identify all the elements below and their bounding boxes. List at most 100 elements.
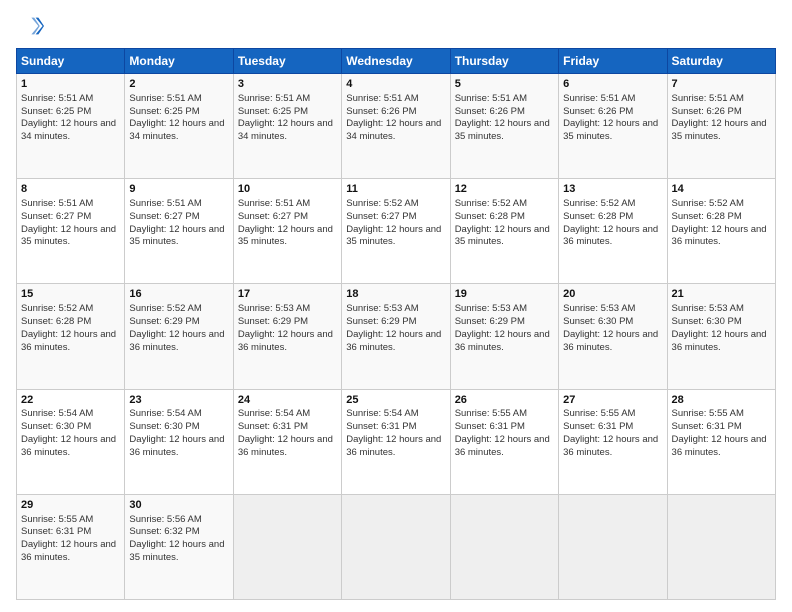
sunrise-label: Sunrise: 5:52 AM xyxy=(129,303,201,314)
day-number: 4 xyxy=(346,77,445,92)
sunrise-label: Sunrise: 5:51 AM xyxy=(129,198,201,209)
calendar-week-row: 1 Sunrise: 5:51 AM Sunset: 6:25 PM Dayli… xyxy=(17,74,776,179)
day-number: 29 xyxy=(21,498,120,513)
day-number: 26 xyxy=(455,393,554,408)
sunset-label: Sunset: 6:31 PM xyxy=(238,421,308,432)
daylight-label: Daylight: 12 hours and 34 minutes. xyxy=(346,118,441,142)
day-number: 23 xyxy=(129,393,228,408)
sunrise-label: Sunrise: 5:53 AM xyxy=(346,303,418,314)
sunrise-label: Sunrise: 5:51 AM xyxy=(455,93,527,104)
daylight-label: Daylight: 12 hours and 36 minutes. xyxy=(238,434,333,458)
day-number: 17 xyxy=(238,287,337,302)
sunset-label: Sunset: 6:31 PM xyxy=(563,421,633,432)
day-number: 19 xyxy=(455,287,554,302)
sunset-label: Sunset: 6:31 PM xyxy=(346,421,416,432)
daylight-label: Daylight: 12 hours and 36 minutes. xyxy=(455,329,550,353)
day-number: 15 xyxy=(21,287,120,302)
daylight-label: Daylight: 12 hours and 34 minutes. xyxy=(129,118,224,142)
daylight-label: Daylight: 12 hours and 36 minutes. xyxy=(563,329,658,353)
calendar-cell: 21 Sunrise: 5:53 AM Sunset: 6:30 PM Dayl… xyxy=(667,284,775,389)
day-number: 24 xyxy=(238,393,337,408)
sunset-label: Sunset: 6:29 PM xyxy=(455,316,525,327)
sunset-label: Sunset: 6:29 PM xyxy=(238,316,308,327)
sunrise-label: Sunrise: 5:51 AM xyxy=(238,198,310,209)
logo-icon xyxy=(16,12,44,40)
sunset-label: Sunset: 6:28 PM xyxy=(672,211,742,222)
sunset-label: Sunset: 6:28 PM xyxy=(563,211,633,222)
sunset-label: Sunset: 6:31 PM xyxy=(21,526,91,537)
calendar-cell xyxy=(233,494,341,599)
calendar-header-row: SundayMondayTuesdayWednesdayThursdayFrid… xyxy=(17,49,776,74)
sunrise-label: Sunrise: 5:51 AM xyxy=(238,93,310,104)
day-number: 16 xyxy=(129,287,228,302)
daylight-label: Daylight: 12 hours and 36 minutes. xyxy=(129,329,224,353)
logo xyxy=(16,12,46,40)
sunrise-label: Sunrise: 5:52 AM xyxy=(455,198,527,209)
sunset-label: Sunset: 6:25 PM xyxy=(21,106,91,117)
calendar-cell: 1 Sunrise: 5:51 AM Sunset: 6:25 PM Dayli… xyxy=(17,74,125,179)
daylight-label: Daylight: 12 hours and 35 minutes. xyxy=(129,224,224,248)
day-number: 18 xyxy=(346,287,445,302)
daylight-label: Daylight: 12 hours and 35 minutes. xyxy=(346,224,441,248)
day-number: 30 xyxy=(129,498,228,513)
sunrise-label: Sunrise: 5:52 AM xyxy=(346,198,418,209)
calendar-week-row: 15 Sunrise: 5:52 AM Sunset: 6:28 PM Dayl… xyxy=(17,284,776,389)
sunset-label: Sunset: 6:28 PM xyxy=(21,316,91,327)
calendar-cell: 12 Sunrise: 5:52 AM Sunset: 6:28 PM Dayl… xyxy=(450,179,558,284)
sunset-label: Sunset: 6:32 PM xyxy=(129,526,199,537)
weekday-header: Tuesday xyxy=(233,49,341,74)
sunrise-label: Sunrise: 5:53 AM xyxy=(238,303,310,314)
sunrise-label: Sunrise: 5:53 AM xyxy=(563,303,635,314)
day-number: 14 xyxy=(672,182,771,197)
calendar-cell: 25 Sunrise: 5:54 AM Sunset: 6:31 PM Dayl… xyxy=(342,389,450,494)
sunset-label: Sunset: 6:25 PM xyxy=(238,106,308,117)
sunrise-label: Sunrise: 5:55 AM xyxy=(21,514,93,525)
day-number: 10 xyxy=(238,182,337,197)
sunrise-label: Sunrise: 5:51 AM xyxy=(563,93,635,104)
sunset-label: Sunset: 6:30 PM xyxy=(21,421,91,432)
calendar-cell: 2 Sunrise: 5:51 AM Sunset: 6:25 PM Dayli… xyxy=(125,74,233,179)
sunset-label: Sunset: 6:25 PM xyxy=(129,106,199,117)
daylight-label: Daylight: 12 hours and 36 minutes. xyxy=(672,224,767,248)
daylight-label: Daylight: 12 hours and 36 minutes. xyxy=(455,434,550,458)
sunrise-label: Sunrise: 5:55 AM xyxy=(455,408,527,419)
daylight-label: Daylight: 12 hours and 34 minutes. xyxy=(21,118,116,142)
calendar-cell xyxy=(450,494,558,599)
calendar-cell: 15 Sunrise: 5:52 AM Sunset: 6:28 PM Dayl… xyxy=(17,284,125,389)
calendar-cell: 26 Sunrise: 5:55 AM Sunset: 6:31 PM Dayl… xyxy=(450,389,558,494)
calendar-cell xyxy=(559,494,667,599)
calendar-table: SundayMondayTuesdayWednesdayThursdayFrid… xyxy=(16,48,776,600)
daylight-label: Daylight: 12 hours and 36 minutes. xyxy=(21,539,116,563)
header xyxy=(16,12,776,40)
sunset-label: Sunset: 6:31 PM xyxy=(455,421,525,432)
day-number: 27 xyxy=(563,393,662,408)
calendar-cell: 8 Sunrise: 5:51 AM Sunset: 6:27 PM Dayli… xyxy=(17,179,125,284)
daylight-label: Daylight: 12 hours and 36 minutes. xyxy=(563,434,658,458)
weekday-header: Sunday xyxy=(17,49,125,74)
sunset-label: Sunset: 6:26 PM xyxy=(455,106,525,117)
sunrise-label: Sunrise: 5:54 AM xyxy=(21,408,93,419)
calendar-cell: 19 Sunrise: 5:53 AM Sunset: 6:29 PM Dayl… xyxy=(450,284,558,389)
daylight-label: Daylight: 12 hours and 36 minutes. xyxy=(563,224,658,248)
sunrise-label: Sunrise: 5:55 AM xyxy=(563,408,635,419)
daylight-label: Daylight: 12 hours and 36 minutes. xyxy=(21,329,116,353)
daylight-label: Daylight: 12 hours and 35 minutes. xyxy=(672,118,767,142)
day-number: 20 xyxy=(563,287,662,302)
calendar-cell: 28 Sunrise: 5:55 AM Sunset: 6:31 PM Dayl… xyxy=(667,389,775,494)
sunset-label: Sunset: 6:28 PM xyxy=(455,211,525,222)
calendar-cell xyxy=(667,494,775,599)
weekday-header: Saturday xyxy=(667,49,775,74)
sunrise-label: Sunrise: 5:51 AM xyxy=(21,198,93,209)
day-number: 21 xyxy=(672,287,771,302)
daylight-label: Daylight: 12 hours and 35 minutes. xyxy=(129,539,224,563)
day-number: 9 xyxy=(129,182,228,197)
sunset-label: Sunset: 6:26 PM xyxy=(563,106,633,117)
daylight-label: Daylight: 12 hours and 36 minutes. xyxy=(21,434,116,458)
daylight-label: Daylight: 12 hours and 36 minutes. xyxy=(346,329,441,353)
sunset-label: Sunset: 6:29 PM xyxy=(346,316,416,327)
calendar-cell: 18 Sunrise: 5:53 AM Sunset: 6:29 PM Dayl… xyxy=(342,284,450,389)
daylight-label: Daylight: 12 hours and 35 minutes. xyxy=(21,224,116,248)
sunrise-label: Sunrise: 5:54 AM xyxy=(129,408,201,419)
day-number: 12 xyxy=(455,182,554,197)
day-number: 1 xyxy=(21,77,120,92)
